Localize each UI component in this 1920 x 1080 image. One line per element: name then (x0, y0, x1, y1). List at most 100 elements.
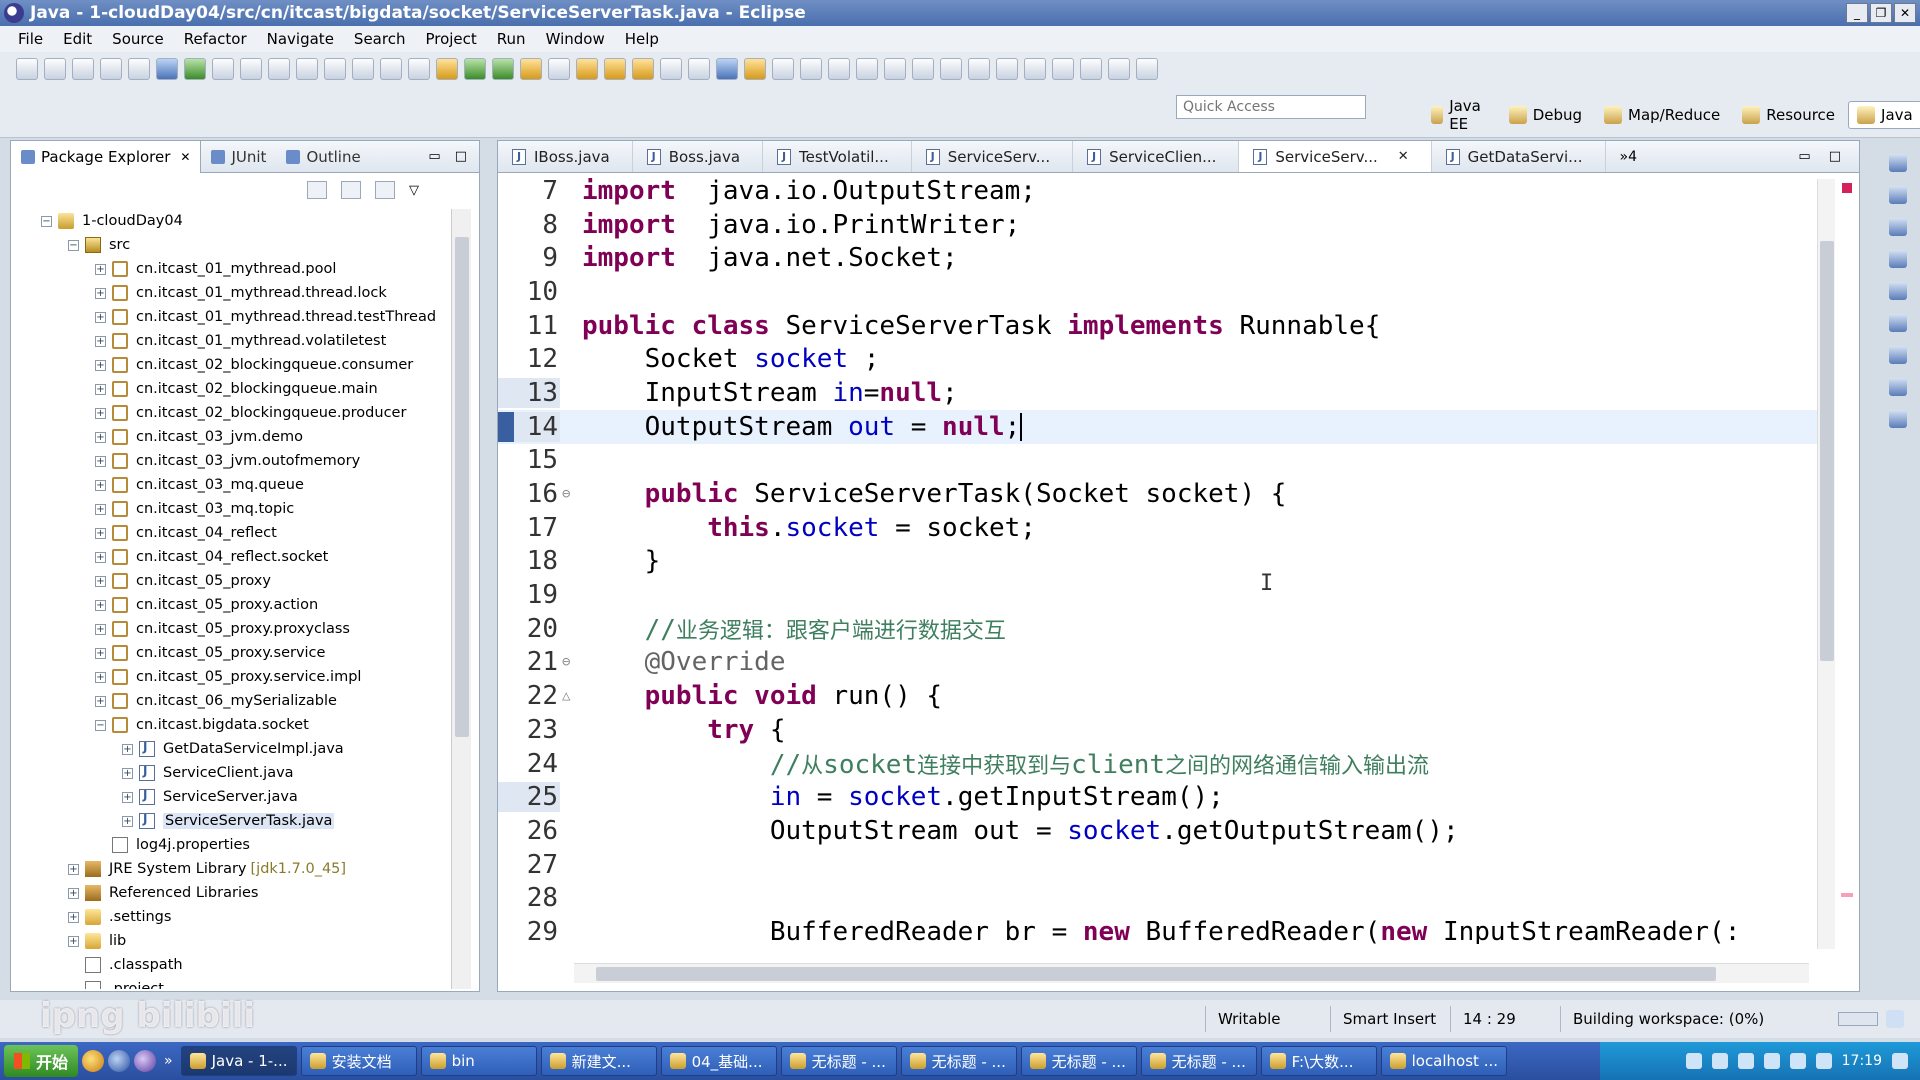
toolbar-icon[interactable] (128, 58, 150, 80)
toolbar-icon[interactable] (380, 58, 402, 80)
tree-item[interactable]: + JRE System Library [jdk1.7.0_45] (11, 857, 451, 881)
tree-item[interactable]: + cn.itcast_01_mythread.pool (11, 257, 451, 281)
bookmark-marker-icon[interactable] (498, 411, 514, 442)
tree-scrollbar[interactable] (451, 209, 471, 989)
progress-bar[interactable] (1838, 1012, 1878, 1026)
map-reduce-icon[interactable] (1889, 410, 1907, 428)
more-tabs-button[interactable]: »4 (1606, 141, 1651, 172)
expand-icon[interactable]: + (95, 671, 106, 683)
code-line[interactable]: 9 import java.net.Socket; (498, 241, 1821, 275)
toolbar-icon[interactable] (940, 58, 962, 80)
tray-icon[interactable] (1763, 1053, 1780, 1069)
perspective-resource[interactable]: Resource (1733, 101, 1844, 129)
code-line[interactable]: 8 import java.io.PrintWriter; (498, 208, 1821, 242)
expand-icon[interactable]: + (68, 887, 79, 899)
toolbar-icon[interactable] (1136, 58, 1158, 80)
expand-icon[interactable]: + (95, 623, 106, 635)
code-line[interactable]: 19 (498, 578, 1821, 612)
tree-item[interactable]: + cn.itcast_02_blockingqueue.producer (11, 401, 451, 425)
tree-item[interactable]: + .settings (11, 905, 451, 929)
code-line[interactable]: 12 Socket socket ; (498, 342, 1821, 376)
expand-icon[interactable]: + (95, 335, 106, 347)
problems-icon[interactable] (1889, 186, 1907, 204)
toolbar-icon[interactable] (184, 58, 206, 80)
toolbar-icon[interactable] (688, 58, 710, 80)
expand-icon[interactable]: + (68, 863, 79, 875)
toolbar-icon[interactable] (968, 58, 990, 80)
tree-item[interactable]: + cn.itcast_01_mythread.thread.testThread (11, 305, 451, 329)
tree-item[interactable]: + Referenced Libraries (11, 881, 451, 905)
toolbar-icon[interactable] (324, 58, 346, 80)
tasks-icon[interactable] (1889, 378, 1907, 396)
javadoc-icon[interactable] (1889, 218, 1907, 236)
tree-item[interactable]: + cn.itcast_02_blockingqueue.main (11, 377, 451, 401)
menu-edit[interactable]: Edit (53, 30, 102, 48)
toolbar-icon[interactable] (44, 58, 66, 80)
editor-tab[interactable]: J IBoss.java (498, 141, 633, 172)
tree-item[interactable]: + ServiceServer.java (11, 785, 451, 809)
expand-icon[interactable]: + (95, 551, 106, 563)
code-line[interactable]: 25 in = socket.getInputStream(); (498, 780, 1821, 814)
tree-item[interactable]: + GetDataServiceImpl.java (11, 737, 451, 761)
tree-item[interactable]: + cn.itcast_05_proxy (11, 569, 451, 593)
code-area[interactable]: 7 import java.io.OutputStream; 8 import jav… (498, 174, 1821, 944)
tab-package-explorer[interactable]: Package Explorer ✕ (11, 140, 202, 173)
editor-tab[interactable]: J Boss.java (633, 141, 764, 172)
taskbar-button[interactable]: 无标题 - ... (1020, 1046, 1137, 1076)
tree-item[interactable]: + ServiceServerTask.java (11, 809, 451, 833)
tree-item[interactable]: .classpath (11, 953, 451, 977)
taskbar-button[interactable]: Java - 1-... (180, 1046, 297, 1076)
menu-help[interactable]: Help (615, 30, 669, 48)
expand-icon[interactable]: + (95, 311, 106, 323)
code-line[interactable]: 24 //从socket连接中获取到与client之间的网络通信输入输出流 (498, 747, 1821, 781)
tab-junit[interactable]: JUnit (201, 141, 276, 173)
tree-item[interactable]: + cn.itcast_04_reflect.socket (11, 545, 451, 569)
expand-icon[interactable]: + (95, 599, 106, 611)
progress-view-icon[interactable] (1886, 1010, 1904, 1028)
toolbar-icon[interactable] (296, 58, 318, 80)
fold-icon[interactable]: ⊖ (562, 654, 574, 670)
toolbar-icon[interactable] (352, 58, 374, 80)
code-line[interactable]: 28 (498, 881, 1821, 915)
toolbar-icon[interactable] (1052, 58, 1074, 80)
toolbar-icon[interactable] (436, 58, 458, 80)
toolbar-icon[interactable] (1080, 58, 1102, 80)
tree-item[interactable]: .project (11, 977, 451, 989)
code-line[interactable]: 20 //业务逻辑：跟客户端进行数据交互 (498, 612, 1821, 646)
tree-item[interactable]: + ServiceClient.java (11, 761, 451, 785)
toolbar-icon[interactable] (996, 58, 1018, 80)
perspective-debug[interactable]: Debug (1500, 101, 1591, 129)
link-with-editor-icon[interactable] (341, 181, 361, 199)
expand-icon[interactable]: + (95, 455, 106, 467)
toolbar-icon[interactable] (492, 58, 514, 80)
expand-icon[interactable]: + (95, 263, 106, 275)
warning-marker-icon[interactable] (1841, 893, 1853, 897)
code-line[interactable]: 18 } (498, 545, 1821, 579)
expand-icon[interactable]: + (95, 359, 106, 371)
toolbar-icon[interactable] (240, 58, 262, 80)
taskbar-button[interactable]: 无标题 - ... (900, 1046, 1017, 1076)
code-line[interactable]: 10 (498, 275, 1821, 309)
servers-icon[interactable] (1889, 346, 1907, 364)
taskbar-button[interactable]: 安装文档 (300, 1046, 417, 1076)
expand-icon[interactable]: + (95, 479, 106, 491)
menu-refactor[interactable]: Refactor (174, 30, 257, 48)
tree-item[interactable]: + cn.itcast_04_reflect (11, 521, 451, 545)
tray-icon[interactable] (1711, 1053, 1728, 1069)
code-line[interactable]: 27 (498, 848, 1821, 882)
toolbar-icon[interactable] (464, 58, 486, 80)
editor-tab[interactable]: J ServiceServ... (912, 141, 1074, 172)
tree-item[interactable]: + cn.itcast_05_proxy.service.impl (11, 665, 451, 689)
menu-navigate[interactable]: Navigate (257, 30, 344, 48)
code-line[interactable]: 15 (498, 444, 1821, 478)
tree-item[interactable]: + cn.itcast_06_mySerializable (11, 689, 451, 713)
expand-icon[interactable]: + (95, 503, 106, 515)
toolbar-icon[interactable] (1024, 58, 1046, 80)
perspective-map-reduce[interactable]: Map/Reduce (1595, 101, 1729, 129)
scroll-thumb[interactable] (596, 967, 1716, 981)
tab-outline[interactable]: Outline (276, 141, 370, 173)
tree-item[interactable]: − 1-cloudDay04 (11, 209, 451, 233)
maximize-view-icon[interactable]: □ (455, 149, 467, 164)
progress-icon[interactable] (1889, 314, 1907, 332)
collapse-icon[interactable]: − (68, 239, 79, 251)
